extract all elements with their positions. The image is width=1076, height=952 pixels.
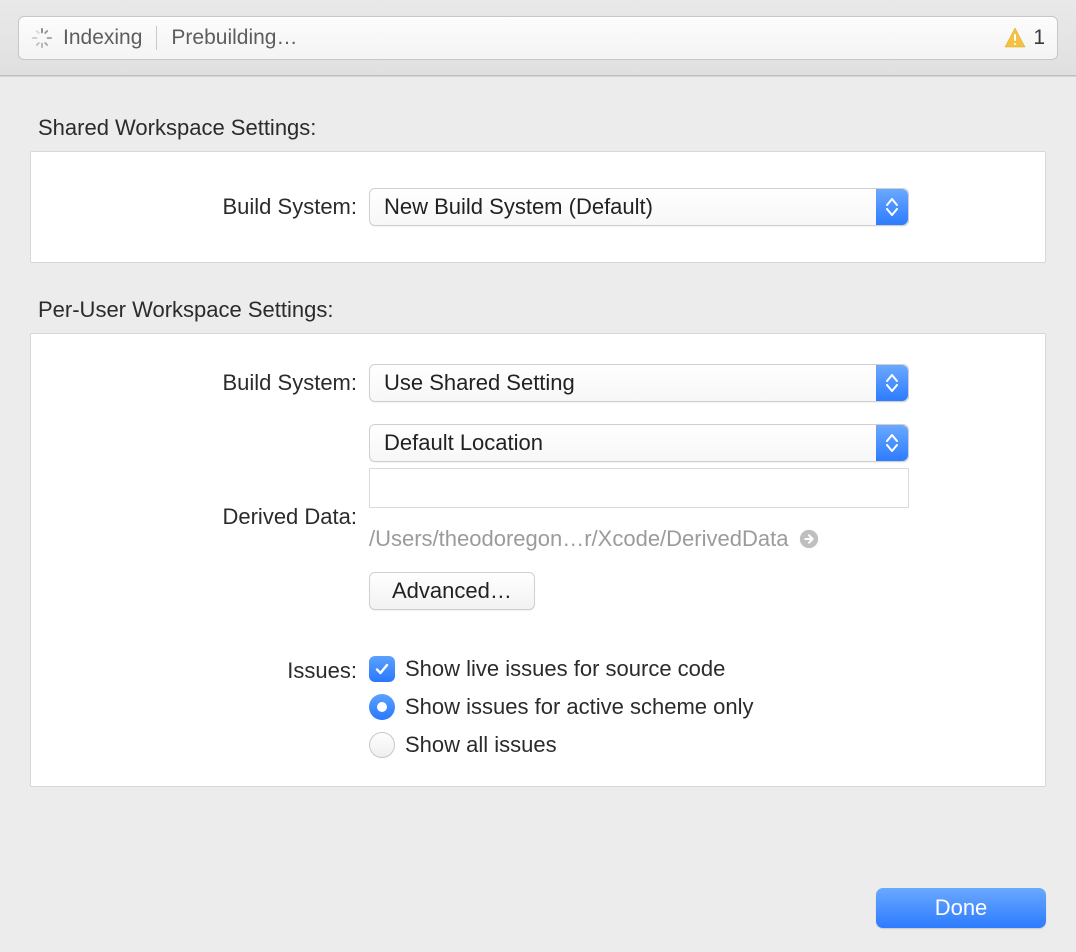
chevron-up-down-icon	[876, 189, 908, 225]
done-button-label: Done	[935, 895, 988, 920]
warning-badge[interactable]: 1	[1003, 26, 1045, 50]
advanced-button-label: Advanced…	[392, 578, 512, 603]
derived-data-path: /Users/theodoregon…r/Xcode/DerivedData	[369, 526, 788, 552]
derived-data-label: Derived Data:	[59, 504, 369, 530]
derived-data-popup[interactable]: Default Location	[369, 424, 909, 462]
activity-statusbar: Indexing Prebuilding… 1	[18, 16, 1058, 60]
top-toolbar: Indexing Prebuilding… 1	[0, 0, 1076, 76]
radio-unselected-icon	[369, 732, 395, 758]
peruser-build-system-popup[interactable]: Use Shared Setting	[369, 364, 909, 402]
all-issues-label: Show all issues	[405, 732, 557, 758]
task-label: Prebuilding…	[171, 26, 297, 50]
checkbox-checked-icon	[369, 656, 395, 682]
issues-label: Issues:	[59, 656, 369, 684]
workspace-settings-sheet: Shared Workspace Settings: Build System:…	[0, 76, 1076, 952]
warning-count: 1	[1033, 26, 1045, 50]
spinner-icon	[31, 27, 53, 49]
peruser-build-system-value: Use Shared Setting	[384, 370, 575, 396]
status-divider	[156, 26, 157, 50]
goto-arrow-icon[interactable]	[798, 528, 820, 550]
all-issues-radio-row[interactable]: Show all issues	[369, 732, 754, 758]
done-button[interactable]: Done	[876, 888, 1046, 928]
active-scheme-label: Show issues for active scheme only	[405, 694, 754, 720]
shared-build-system-value: New Build System (Default)	[384, 194, 653, 220]
peruser-build-system-label: Build System:	[59, 370, 369, 396]
shared-build-system-popup[interactable]: New Build System (Default)	[369, 188, 909, 226]
shared-panel: Build System: New Build System (Default)	[30, 151, 1046, 263]
shared-build-system-label: Build System:	[59, 194, 369, 220]
active-scheme-radio-row[interactable]: Show issues for active scheme only	[369, 694, 754, 720]
derived-data-path-row: /Users/theodoregon…r/Xcode/DerivedData	[369, 526, 909, 552]
advanced-button[interactable]: Advanced…	[369, 572, 535, 610]
live-issues-label: Show live issues for source code	[405, 656, 725, 682]
peruser-section-title: Per-User Workspace Settings:	[38, 297, 1046, 323]
shared-section-title: Shared Workspace Settings:	[38, 115, 1046, 141]
derived-data-value: Default Location	[384, 430, 543, 456]
derived-data-field[interactable]	[369, 468, 909, 508]
radio-selected-icon	[369, 694, 395, 720]
chevron-up-down-icon	[876, 365, 908, 401]
sheet-footer: Done	[876, 888, 1046, 928]
peruser-panel: Build System: Use Shared Setting Derived…	[30, 333, 1046, 787]
indexing-label: Indexing	[63, 26, 142, 50]
live-issues-checkbox-row[interactable]: Show live issues for source code	[369, 656, 754, 682]
chevron-up-down-icon	[876, 425, 908, 461]
warning-icon	[1003, 26, 1027, 50]
